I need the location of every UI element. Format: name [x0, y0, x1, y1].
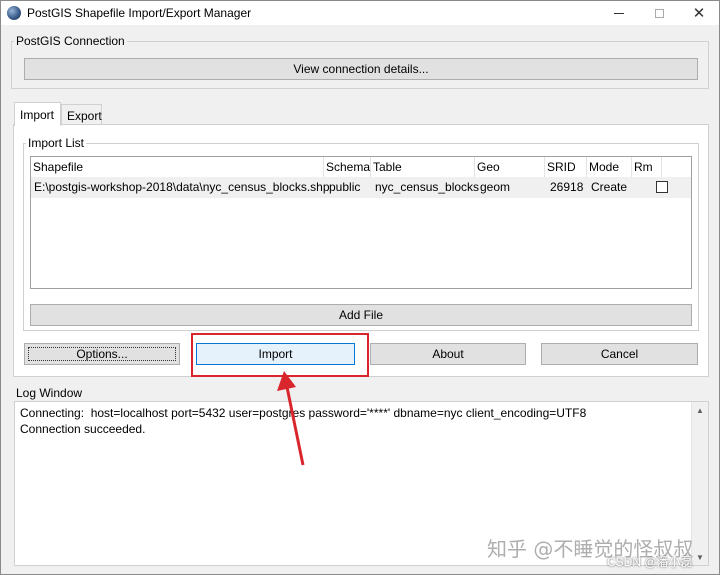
column-header-table[interactable]: Table: [371, 157, 475, 177]
scroll-up-arrow-icon[interactable]: ▲: [692, 402, 708, 418]
options-button[interactable]: Options...: [24, 343, 180, 365]
cell-mode[interactable]: Create: [588, 177, 627, 198]
cell-srid[interactable]: 26918: [547, 177, 583, 198]
log-scrollbar[interactable]: ▲ ▼: [691, 402, 708, 565]
options-button-label: Options...: [76, 347, 128, 361]
minimize-icon: [614, 12, 624, 14]
maximize-icon: [654, 8, 664, 18]
add-file-button[interactable]: Add File: [30, 304, 692, 326]
annotation-arrow-line: [285, 386, 305, 466]
tab-import[interactable]: Import: [14, 102, 61, 126]
app-window: PostGIS Shapefile Import/Export Manager …: [0, 0, 720, 575]
about-button[interactable]: About: [370, 343, 526, 365]
annotation-arrow-icon: [277, 371, 305, 466]
table-row[interactable]: E:\postgis-workshop-2018\data\nyc_census…: [31, 177, 691, 198]
log-window-group-label: Log Window: [14, 386, 85, 400]
maximize-button[interactable]: [639, 1, 679, 25]
column-header-rm[interactable]: Rm: [632, 157, 662, 177]
postgis-logo-icon: [7, 6, 21, 20]
remove-checkbox[interactable]: [656, 181, 668, 193]
watermark-csdn: CSDN @潘小磊: [607, 555, 693, 569]
cell-shapefile[interactable]: E:\postgis-workshop-2018\data\nyc_census…: [31, 177, 330, 198]
column-header-shapefile[interactable]: Shapefile: [31, 157, 324, 177]
close-icon: ✕: [692, 5, 706, 22]
minimize-button[interactable]: [599, 1, 639, 25]
connection-group-label: PostGIS Connection: [14, 34, 127, 48]
column-header-schema[interactable]: Schema: [324, 157, 371, 177]
cell-schema[interactable]: public: [326, 177, 360, 198]
view-connection-details-button[interactable]: View connection details...: [24, 58, 698, 80]
window-controls: ✕: [599, 1, 719, 25]
window-title: PostGIS Shapefile Import/Export Manager: [27, 6, 252, 20]
cell-geo-column[interactable]: geom: [477, 177, 510, 198]
import-list-group-label: Import List: [26, 136, 87, 150]
column-header-geo-column[interactable]: Geo Column: [475, 157, 545, 194]
close-button[interactable]: ✕: [679, 1, 719, 25]
cell-table[interactable]: nyc_census_blocks: [372, 177, 479, 198]
tab-export[interactable]: Export: [61, 104, 102, 126]
tab-import-label: Import: [20, 107, 55, 122]
annotation-arrowhead: [277, 371, 296, 391]
column-header-mode[interactable]: Mode: [587, 157, 632, 177]
column-header-srid[interactable]: SRID: [545, 157, 587, 177]
title-bar[interactable]: PostGIS Shapefile Import/Export Manager …: [1, 1, 719, 25]
tab-export-label: Export: [67, 108, 102, 123]
cancel-button[interactable]: Cancel: [541, 343, 698, 365]
log-line: Connection succeeded.: [20, 422, 146, 436]
scroll-down-arrow-icon[interactable]: ▼: [692, 549, 708, 565]
import-table: Shapefile Schema Table Geo Column SRID M…: [30, 156, 692, 289]
